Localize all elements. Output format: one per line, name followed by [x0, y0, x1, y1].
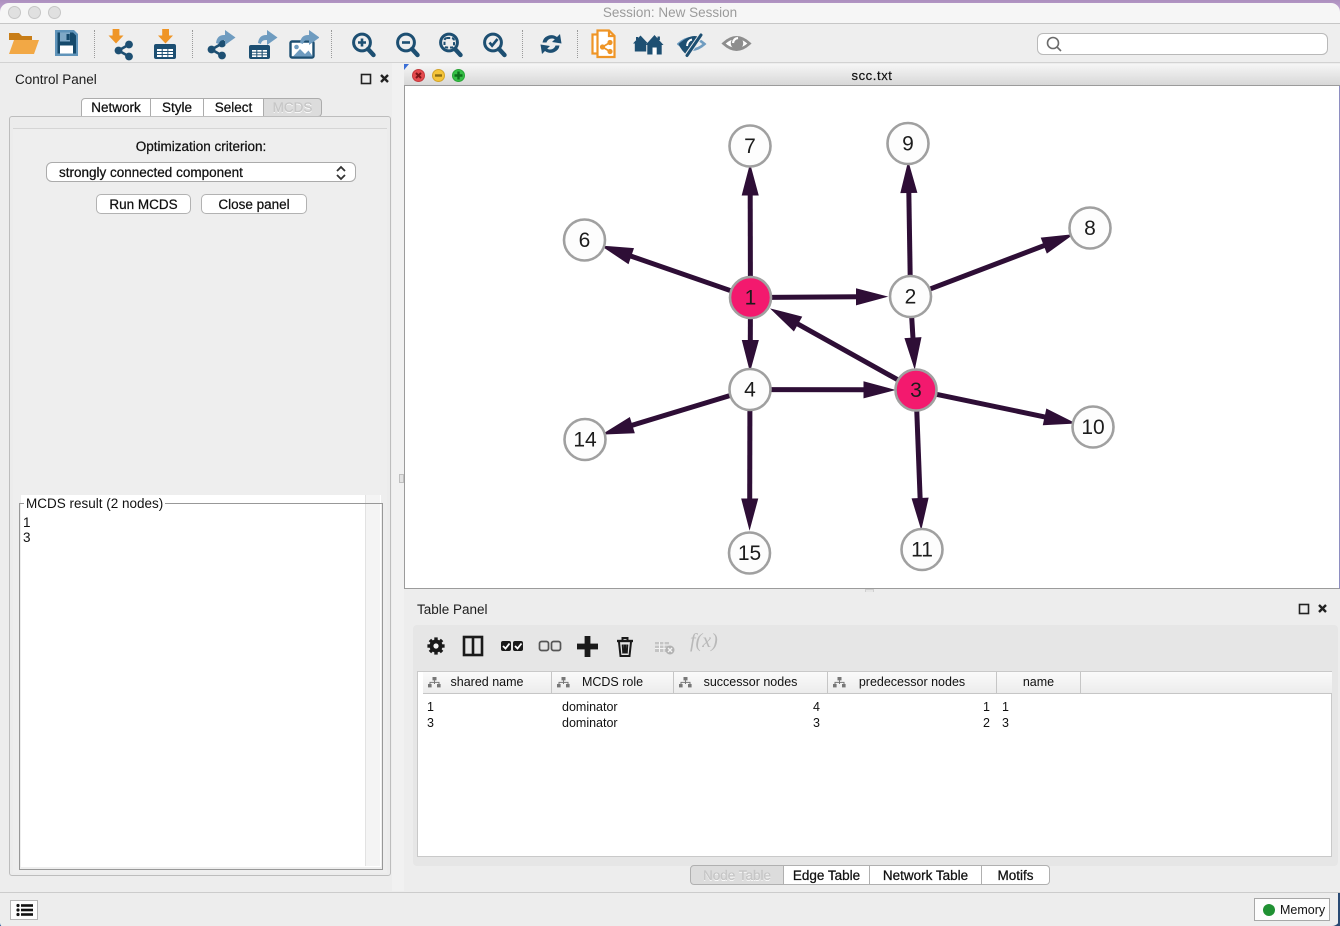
svg-text:1: 1	[745, 287, 757, 310]
svg-text:4: 4	[744, 379, 756, 402]
svg-text:2: 2	[905, 286, 917, 309]
svg-text:8: 8	[1084, 217, 1096, 240]
svg-text:7: 7	[744, 135, 756, 158]
svg-text:9: 9	[902, 133, 914, 156]
svg-text:11: 11	[911, 539, 933, 562]
svg-text:14: 14	[573, 429, 597, 452]
svg-text:3: 3	[910, 379, 922, 402]
svg-text:15: 15	[738, 542, 761, 565]
svg-text:6: 6	[579, 229, 591, 252]
svg-text:10: 10	[1081, 416, 1104, 439]
